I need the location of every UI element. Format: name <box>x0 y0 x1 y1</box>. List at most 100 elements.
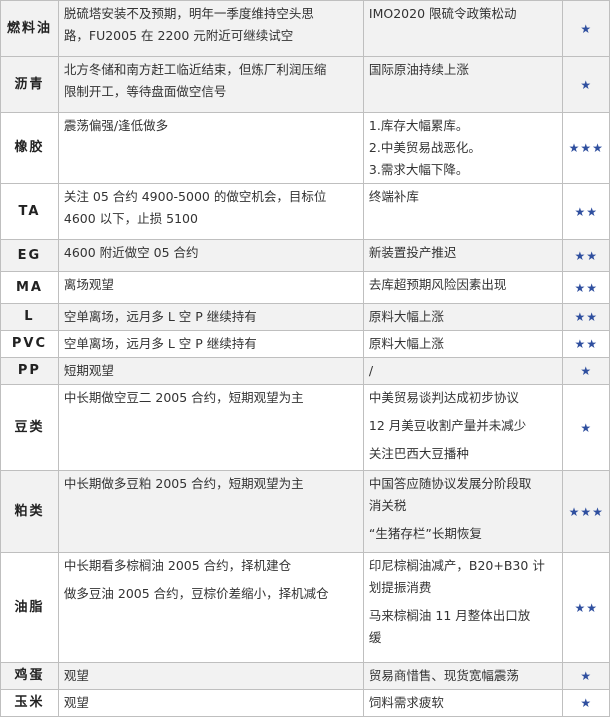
star-rating-icon: ★ <box>580 77 593 92</box>
rating-cell: ★ <box>562 384 610 471</box>
commodity-name: PVC <box>0 330 59 358</box>
reason-text: 贸易商惜售、现货宽幅震荡 <box>368 668 519 683</box>
reason-text: 缓 <box>368 630 382 645</box>
reason-text: “生猪存栏”长期恢复 <box>368 526 482 541</box>
reason-text: IMO2020 限硫令政策松动 <box>368 6 517 21</box>
star-rating-icon: ★ <box>580 420 593 435</box>
table-row: PVC 空单离场，远月多 L 空 P 继续持有 原料大幅上涨 ★★ <box>0 330 610 358</box>
rating-cell: ★ <box>562 689 610 717</box>
table-row: PP 短期观望 / ★ <box>0 357 610 385</box>
commodity-name: 橡胶 <box>0 112 59 184</box>
rating-cell: ★ <box>562 56 610 113</box>
table-row: EG 4600 附近做空 05 合约 新装置投产推迟 ★★ <box>0 239 610 272</box>
strategy-view-cell: 中长期做空豆二 2005 合约，短期观望为主 <box>57 384 364 471</box>
reason-text: 消关税 <box>368 498 407 513</box>
strategy-view-text: 观望 <box>63 695 89 710</box>
star-rating-icon: ★★ <box>574 280 598 295</box>
reason-text: 2.中美贸易战恶化。 <box>368 140 481 155</box>
table-row: L 空单离场，远月多 L 空 P 继续持有 原料大幅上涨 ★★ <box>0 303 610 331</box>
strategy-view-text: 关注 05 合约 4900-5000 的做空机会，目标位 <box>63 189 327 204</box>
commodity-name: 玉米 <box>0 689 59 717</box>
strategy-view-text: 限制开工，等待盘面做空信号 <box>63 84 227 99</box>
table-row: 燃料油 脱硫塔安装不及预期，明年一季度维持空头思 路，FU2005 在 2200 元… <box>0 0 610 57</box>
rating-cell: ★★ <box>562 239 610 272</box>
strategy-view-cell: 4600 附近做空 05 合约 <box>57 239 364 272</box>
strategy-view-text: 做多豆油 2005 合约，豆棕价差缩小，择机减仓 <box>63 586 329 601</box>
strategy-view-text: 中长期做多豆粕 2005 合约，短期观望为主 <box>63 476 304 491</box>
star-rating-icon: ★★ <box>574 248 598 263</box>
reason-text: 关注巴西大豆播种 <box>368 446 469 461</box>
strategy-view-cell: 观望 <box>57 662 364 690</box>
star-rating-icon: ★ <box>580 364 593 378</box>
reason-cell: / <box>362 357 564 385</box>
reason-text: 3.需求大幅下降。 <box>368 162 469 177</box>
rating-cell: ★★ <box>562 183 610 240</box>
rating-cell: ★★ <box>562 552 610 663</box>
star-rating-icon: ★★ <box>574 600 598 615</box>
rating-cell: ★★★ <box>562 470 610 553</box>
table-row: 鸡蛋 观望 贸易商惜售、现货宽幅震荡 ★ <box>0 662 610 690</box>
table-row: 粕类 中长期做多豆粕 2005 合约，短期观望为主 中国答应随协议发展分阶段取 消关税… <box>0 470 610 553</box>
strategy-view-text: 北方冬储和南方赶工临近结束，但炼厂利润压缩 <box>63 62 327 77</box>
rating-cell: ★ <box>562 662 610 690</box>
table-row: 玉米 观望 饲料需求疲软 ★ <box>0 689 610 717</box>
strategy-table: 燃料油 脱硫塔安装不及预期，明年一季度维持空头思 路，FU2005 在 2200 元… <box>0 0 610 717</box>
reason-cell: 1.库存大幅累库。 2.中美贸易战恶化。 3.需求大幅下降。 <box>362 112 564 184</box>
strategy-view-text: 震荡偏强/逢低做多 <box>63 118 169 133</box>
reason-text: 12 月美豆收割产量并未减少 <box>368 418 527 433</box>
table-row: 豆类 中长期做空豆二 2005 合约，短期观望为主 中美贸易谈判达成初步协议 12 月… <box>0 384 610 471</box>
table-row: 沥青 北方冬储和南方赶工临近结束，但炼厂利润压缩 限制开工，等待盘面做空信号 国际原油… <box>0 56 610 113</box>
commodity-name: 鸡蛋 <box>0 662 59 690</box>
commodity-name: PP <box>0 357 59 385</box>
reason-cell: 新装置投产推迟 <box>362 239 564 272</box>
strategy-view-text: 短期观望 <box>63 363 114 378</box>
reason-text: 中国答应随协议发展分阶段取 <box>368 476 532 491</box>
commodity-name: MA <box>0 271 59 304</box>
star-rating-icon: ★★★ <box>568 504 604 519</box>
table-row: TA 关注 05 合约 4900-5000 的做空机会，目标位 4600 以下，止损… <box>0 183 610 240</box>
star-rating-icon: ★ <box>580 21 593 36</box>
table-row: 橡胶 震荡偏强/逢低做多 1.库存大幅累库。 2.中美贸易战恶化。 3.需求大幅下降。 ★… <box>0 112 610 184</box>
reason-text: 原料大幅上涨 <box>368 336 444 351</box>
strategy-view-text: 中长期看多棕榈油 2005 合约，择机建仓 <box>63 558 292 573</box>
strategy-view-text: 空单离场，远月多 L 空 P 继续持有 <box>63 309 257 324</box>
reason-text: 原料大幅上涨 <box>368 309 444 324</box>
reason-cell: 饲料需求疲软 <box>362 689 564 717</box>
reason-cell: 中国答应随协议发展分阶段取 消关税 “生猪存栏”长期恢复 <box>362 470 564 553</box>
reason-text: 去库超预期风险因素出现 <box>368 277 507 292</box>
rating-cell: ★ <box>562 0 610 57</box>
strategy-view-cell: 离场观望 <box>57 271 364 304</box>
rating-cell: ★★ <box>562 271 610 304</box>
reason-text: 1.库存大幅累库。 <box>368 118 469 133</box>
reason-text: 终端补库 <box>368 189 419 204</box>
commodity-name: 燃料油 <box>0 0 59 57</box>
strategy-view-text: 4600 以下，止损 5100 <box>63 211 198 226</box>
reason-text: 马来棕榈油 11 月整体出口放 <box>368 608 531 623</box>
reason-cell: IMO2020 限硫令政策松动 <box>362 0 564 57</box>
rating-cell: ★ <box>562 357 610 385</box>
strategy-view-cell: 空单离场，远月多 L 空 P 继续持有 <box>57 330 364 358</box>
rating-cell: ★★ <box>562 303 610 331</box>
strategy-view-text: 脱硫塔安装不及预期，明年一季度维持空头思 <box>63 6 314 21</box>
star-rating-icon: ★★ <box>574 204 598 219</box>
rating-cell: ★★★ <box>562 112 610 184</box>
star-rating-icon: ★ <box>580 669 593 683</box>
strategy-view-text: 离场观望 <box>63 277 114 292</box>
commodity-name: TA <box>0 183 59 240</box>
reason-cell: 原料大幅上涨 <box>362 330 564 358</box>
reason-cell: 中美贸易谈判达成初步协议 12 月美豆收割产量并未减少 关注巴西大豆播种 <box>362 384 564 471</box>
strategy-view-cell: 中长期看多棕榈油 2005 合约，择机建仓做多豆油 2005 合约，豆棕价差缩小… <box>57 552 364 663</box>
strategy-view-text: 4600 附近做空 05 合约 <box>63 245 199 260</box>
reason-cell: 终端补库 <box>362 183 564 240</box>
strategy-view-cell: 北方冬储和南方赶工临近结束，但炼厂利润压缩 限制开工，等待盘面做空信号 <box>57 56 364 113</box>
reason-text: 中美贸易谈判达成初步协议 <box>368 390 519 405</box>
reason-text: 饲料需求疲软 <box>368 695 444 710</box>
star-rating-icon: ★ <box>580 696 593 710</box>
reason-cell: 贸易商惜售、现货宽幅震荡 <box>362 662 564 690</box>
commodity-name: 沥青 <box>0 56 59 113</box>
reason-cell: 国际原油持续上涨 <box>362 56 564 113</box>
strategy-view-cell: 关注 05 合约 4900-5000 的做空机会，目标位 4600 以下，止损 5… <box>57 183 364 240</box>
rating-cell: ★★ <box>562 330 610 358</box>
star-rating-icon: ★★ <box>574 310 598 324</box>
commodity-name: EG <box>0 239 59 272</box>
